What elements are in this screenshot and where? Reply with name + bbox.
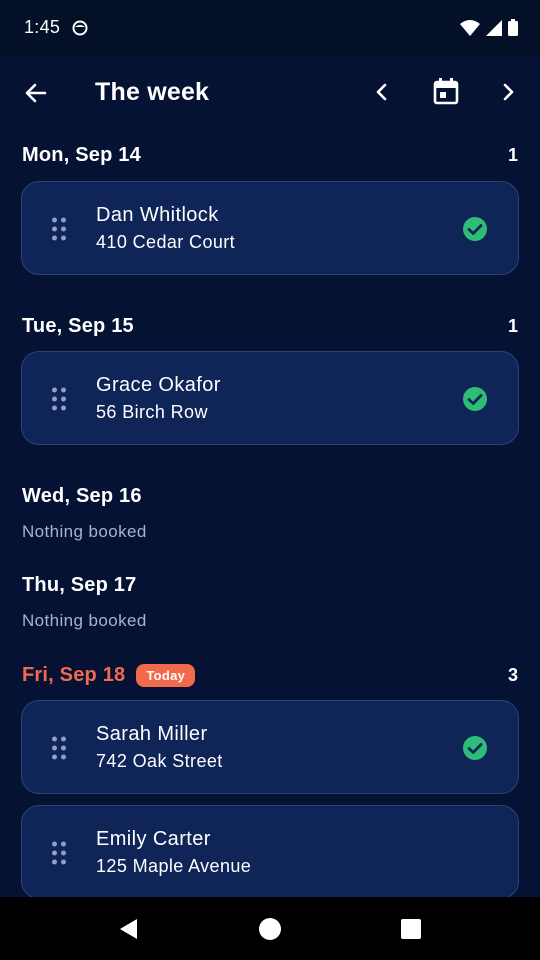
app-bar: The week <box>0 55 540 129</box>
nav-recents-icon[interactable] <box>400 918 422 940</box>
day-label: Wed, Sep 16 <box>22 484 142 507</box>
client-address: 742 Oak Street <box>96 751 223 771</box>
nav-back-icon[interactable] <box>117 917 141 941</box>
check-circle-icon <box>463 736 487 760</box>
next-week-button[interactable] <box>492 75 524 109</box>
day-header-wed: Wed, Sep 16 <box>22 481 518 511</box>
day-label: Thu, Sep 17 <box>22 573 137 596</box>
empty-day-text: Nothing booked <box>22 522 147 541</box>
day-header-mon: Mon, Sep 14 1 <box>22 140 518 170</box>
empty-day-text: Nothing booked <box>22 611 147 630</box>
day-count: 1 <box>507 315 518 336</box>
notification-icon <box>72 20 88 35</box>
client-name: Dan Whitlock <box>96 204 219 226</box>
previous-week-button[interactable] <box>366 75 398 109</box>
chevron-left-icon <box>376 83 387 101</box>
week-list[interactable]: Mon, Sep 14 1 Dan Whitlock 410 Cedar Cou… <box>0 129 540 897</box>
drag-handle-icon[interactable] <box>51 736 67 760</box>
day-header-tue: Tue, Sep 15 1 <box>22 311 518 341</box>
day-label: Mon, Sep 14 <box>22 143 141 166</box>
back-button[interactable] <box>18 75 54 111</box>
day-label: Tue, Sep 15 <box>22 314 134 337</box>
arrow-left-icon <box>25 83 47 103</box>
client-address: 125 Maple Avenue <box>96 856 252 876</box>
check-circle-icon <box>463 217 487 241</box>
appointment-card[interactable]: Sarah Miller 742 Oak Street <box>21 700 519 794</box>
client-name: Sarah Miller <box>96 723 208 745</box>
drag-handle-icon[interactable] <box>51 387 67 411</box>
signal-icon <box>486 19 502 36</box>
status-time: 1:45 <box>24 17 61 37</box>
drag-handle-icon[interactable] <box>51 217 67 241</box>
calendar-button[interactable] <box>428 73 464 109</box>
battery-icon <box>508 19 518 36</box>
status-bar: 1:45 <box>0 0 540 55</box>
page-title: The week <box>95 78 210 106</box>
client-name: Grace Okafor <box>96 374 221 396</box>
day-header-fri: Fri, Sep 18 Today 3 <box>22 660 518 690</box>
wifi-icon <box>460 19 480 36</box>
nav-home-icon[interactable] <box>258 917 282 941</box>
day-header-thu: Thu, Sep 17 <box>22 570 518 600</box>
calendar-icon <box>433 78 459 105</box>
appointment-card[interactable]: Grace Okafor 56 Birch Row <box>21 351 519 445</box>
check-circle-icon <box>463 387 487 411</box>
day-label: Fri, Sep 18 <box>22 663 126 686</box>
appointment-card[interactable]: Emily Carter 125 Maple Avenue <box>21 805 519 897</box>
system-nav-bar <box>0 897 540 960</box>
chevron-right-icon <box>503 83 514 101</box>
client-address: 56 Birch Row <box>96 402 208 422</box>
client-name: Emily Carter <box>96 828 211 850</box>
day-count: 1 <box>507 144 518 165</box>
appointment-card[interactable]: Dan Whitlock 410 Cedar Court <box>21 181 519 275</box>
client-address: 410 Cedar Court <box>96 232 236 252</box>
day-count: 3 <box>507 664 518 685</box>
drag-handle-icon[interactable] <box>51 841 67 865</box>
today-badge: Today <box>136 663 196 687</box>
status-icons <box>460 19 518 36</box>
